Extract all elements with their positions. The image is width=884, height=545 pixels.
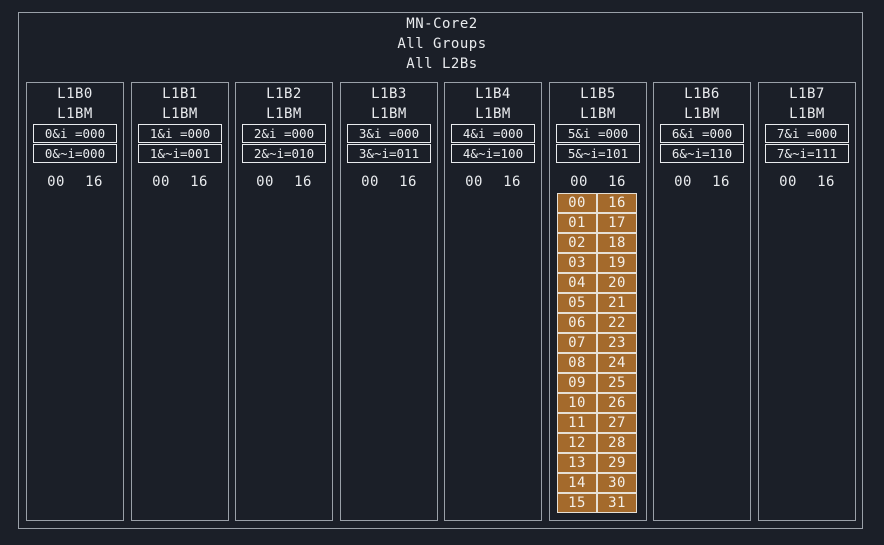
memory-cell: 31 (597, 493, 637, 513)
column-head-left: 00 (570, 174, 588, 190)
memory-cell: 28 (597, 433, 637, 453)
condition-and: 1&i =000 (138, 124, 222, 143)
l1b-block-4: L1B4 L1BM 4&i =000 4&~i=100 00 16 (444, 82, 542, 521)
memory-cell: 30 (597, 473, 637, 493)
column-head-right: 16 (190, 174, 208, 190)
memory-cell: 09 (557, 373, 597, 393)
condition-and-not: 5&~i=101 (556, 144, 640, 163)
block-sub: L1BM (475, 106, 511, 122)
memory-cell: 24 (597, 353, 637, 373)
condition-and: 0&i =000 (33, 124, 117, 143)
block-name: L1B6 (684, 86, 720, 102)
memory-cell: 19 (597, 253, 637, 273)
l2b-title: All L2Bs (406, 56, 478, 72)
memory-cell: 15 (557, 493, 597, 513)
memory-cell: 18 (597, 233, 637, 253)
block-name: L1B5 (580, 86, 616, 102)
column-head-left: 00 (465, 174, 483, 190)
memory-cell: 11 (557, 413, 597, 433)
block-sub: L1BM (162, 106, 198, 122)
block-name: L1B0 (57, 86, 93, 102)
memory-cell: 13 (557, 453, 597, 473)
l1b-block-6: L1B6 L1BM 6&i =000 6&~i=110 00 16 (653, 82, 751, 521)
column-head-left: 00 (674, 174, 692, 190)
column-head-right: 16 (85, 174, 103, 190)
block-sub: L1BM (266, 106, 302, 122)
condition-and: 7&i =000 (765, 124, 849, 143)
condition-and: 2&i =000 (242, 124, 326, 143)
block-sub: L1BM (371, 106, 407, 122)
memory-cell: 17 (597, 213, 637, 233)
condition-and-not: 1&~i=001 (138, 144, 222, 163)
memory-cell: 29 (597, 453, 637, 473)
column-head-left: 00 (47, 174, 65, 190)
memory-cell: 10 (557, 393, 597, 413)
column-head-left: 00 (256, 174, 274, 190)
column-head-left: 00 (152, 174, 170, 190)
condition-and: 5&i =000 (556, 124, 640, 143)
column-head-right: 16 (294, 174, 312, 190)
group-title: All Groups (397, 36, 487, 52)
block-sub: L1BM (684, 106, 720, 122)
l1b-block-2: L1B2 L1BM 2&i =000 2&~i=010 00 16 (235, 82, 333, 521)
condition-and: 3&i =000 (347, 124, 431, 143)
block-sub: L1BM (57, 106, 93, 122)
memory-cell: 25 (597, 373, 637, 393)
l1b-block-1: L1B1 L1BM 1&i =000 1&~i=001 00 16 (131, 82, 229, 521)
block-name: L1B2 (266, 86, 302, 102)
condition-and-not: 4&~i=100 (451, 144, 535, 163)
condition-and: 4&i =000 (451, 124, 535, 143)
column-head-left: 00 (361, 174, 379, 190)
memory-cell: 14 (557, 473, 597, 493)
memory-cell: 01 (557, 213, 597, 233)
memory-cell: 22 (597, 313, 637, 333)
condition-and: 6&i =000 (660, 124, 744, 143)
l1b-block-0: L1B0 L1BM 0&i =000 0&~i=000 00 16 (26, 82, 124, 521)
column-head-left: 00 (779, 174, 797, 190)
memory-cell: 08 (557, 353, 597, 373)
memory-cell: 04 (557, 273, 597, 293)
column-head-right: 16 (608, 174, 626, 190)
memory-cell: 03 (557, 253, 597, 273)
condition-and-not: 7&~i=111 (765, 144, 849, 163)
memory-cell: 12 (557, 433, 597, 453)
l1b-block-3: L1B3 L1BM 3&i =000 3&~i=011 00 16 (340, 82, 438, 521)
memory-cell: 16 (597, 193, 637, 213)
column-head-right: 16 (503, 174, 521, 190)
condition-and-not: 0&~i=000 (33, 144, 117, 163)
memory-cell: 27 (597, 413, 637, 433)
memory-cell: 05 (557, 293, 597, 313)
column-head-right: 16 (712, 174, 730, 190)
block-name: L1B4 (475, 86, 511, 102)
condition-and-not: 2&~i=010 (242, 144, 326, 163)
column-head-right: 16 (817, 174, 835, 190)
block-name: L1B3 (371, 86, 407, 102)
memory-cell: 06 (557, 313, 597, 333)
column-head-right: 16 (399, 174, 417, 190)
memory-cell: 21 (597, 293, 637, 313)
memory-cell: 23 (597, 333, 637, 353)
condition-and-not: 6&~i=110 (660, 144, 744, 163)
memory-cell: 02 (557, 233, 597, 253)
block-name: L1B7 (789, 86, 825, 102)
block-sub: L1BM (789, 106, 825, 122)
memory-cell: 07 (557, 333, 597, 353)
condition-and-not: 3&~i=011 (347, 144, 431, 163)
block-name: L1B1 (162, 86, 198, 102)
l1b-block-5: L1B5 L1BM 5&i =000 5&~i=101 00 16 00 16 01… (549, 82, 647, 521)
memory-cell: 20 (597, 273, 637, 293)
chip-title: MN-Core2 (406, 16, 478, 32)
l1b-block-7: L1B7 L1BM 7&i =000 7&~i=111 00 16 (758, 82, 856, 521)
block-sub: L1BM (580, 106, 616, 122)
memory-cell: 26 (597, 393, 637, 413)
memory-cell: 00 (557, 193, 597, 213)
